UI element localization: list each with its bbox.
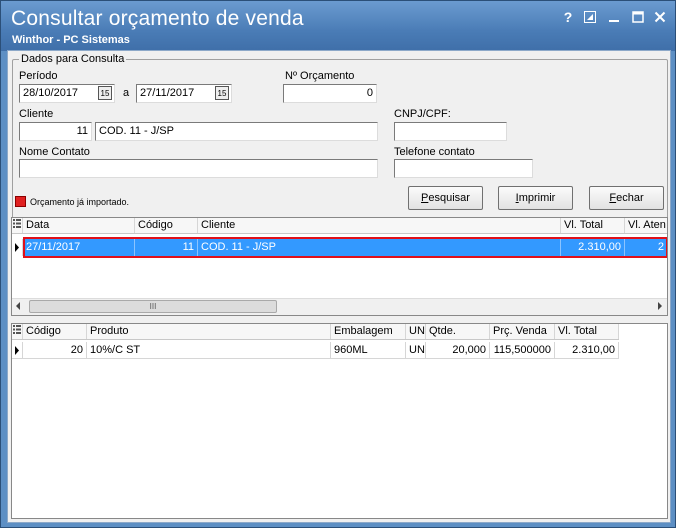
column-un[interactable]: UN	[406, 324, 426, 339]
imprimir-button[interactable]: Imprimir	[498, 186, 573, 210]
horizontal-scrollbar[interactable]: III	[12, 298, 667, 315]
orcamento-input[interactable]: 0	[283, 84, 377, 103]
window-client-area: Dados para Consulta Período 28/10/2017 1…	[7, 50, 671, 523]
column-produto[interactable]: Produto	[87, 324, 331, 339]
nome-contato-input[interactable]	[19, 159, 378, 178]
column-codigo[interactable]: Código	[135, 218, 198, 233]
scroll-right-icon[interactable]	[658, 302, 662, 310]
cell-produto: 10%/C ST	[87, 342, 331, 359]
cell-codigo: 20	[23, 342, 87, 359]
close-icon[interactable]	[651, 9, 669, 25]
telefone-label: Telefone contato	[394, 146, 475, 158]
row-indicator-icon	[12, 342, 23, 359]
cell-qtde: 20,000	[426, 342, 490, 359]
help-button[interactable]: ?	[559, 9, 577, 25]
calendar-icon[interactable]: 15	[215, 86, 229, 100]
orcamento-label: Nº Orçamento	[285, 70, 355, 82]
date-from-value: 28/10/2017	[23, 87, 79, 99]
cell-embalagem: 960ML	[331, 342, 406, 359]
window-title: Consultar orçamento de venda	[11, 7, 304, 30]
column-prc-venda[interactable]: Prç. Venda	[490, 324, 555, 339]
edit-icon[interactable]	[581, 9, 599, 25]
table-row[interactable]: 20 10%/C ST 960ML UN 20,000 115,500000 2…	[12, 342, 619, 359]
cliente-label: Cliente	[19, 108, 54, 120]
group-title: Dados para Consulta	[19, 53, 127, 65]
date-from-field[interactable]: 28/10/2017 15	[19, 84, 115, 103]
consultar-orcamento-window: Consultar orçamento de venda Winthor - P…	[0, 0, 676, 528]
orcamentos-grid-header: Data Código Cliente Vl. Total Vl. Aten	[12, 218, 667, 234]
cell-prc-venda: 115,500000	[490, 342, 555, 359]
scroll-left-icon[interactable]	[16, 302, 20, 310]
fechar-button[interactable]: Fechar	[589, 186, 664, 210]
scroll-thumb[interactable]: III	[29, 300, 277, 313]
cnpj-input[interactable]	[394, 122, 507, 141]
telefone-input[interactable]	[394, 159, 533, 178]
column-embalagem[interactable]: Embalagem	[331, 324, 406, 339]
date-separator: a	[123, 87, 130, 99]
itens-grid[interactable]: Código Produto Embalagem UN Qtde. Prç. V…	[11, 323, 668, 519]
window-subtitle: Winthor - PC Sistemas	[12, 34, 130, 46]
importado-legend-swatch	[15, 196, 26, 207]
column-chooser-icon[interactable]	[12, 218, 23, 233]
itens-grid-header: Código Produto Embalagem UN Qtde. Prç. V…	[12, 324, 619, 340]
periodo-label: Período	[19, 70, 58, 82]
column-codigo[interactable]: Código	[23, 324, 87, 339]
title-bar[interactable]: Consultar orçamento de venda Winthor - P…	[1, 1, 675, 51]
cnpj-label: CNPJ/CPF:	[394, 108, 451, 120]
date-to-value: 27/11/2017	[140, 87, 195, 99]
column-vl-aten[interactable]: Vl. Aten	[625, 218, 667, 233]
pesquisar-button[interactable]: Pesquisar	[408, 186, 483, 210]
cell-codigo: 11	[135, 239, 198, 256]
maximize-icon[interactable]	[629, 9, 647, 25]
cell-data: 27/11/2017	[23, 239, 135, 256]
row-indicator-icon	[12, 239, 23, 256]
cell-vl-total: 2.310,00	[555, 342, 619, 359]
column-data[interactable]: Data	[23, 218, 135, 233]
column-qtde[interactable]: Qtde.	[426, 324, 490, 339]
cliente-code-input[interactable]: 11	[19, 122, 92, 141]
minimize-icon[interactable]	[605, 9, 623, 25]
cell-un: UN	[406, 342, 426, 359]
cell-vl-total: 2.310,00	[561, 239, 625, 256]
date-to-field[interactable]: 27/11/2017 15	[136, 84, 232, 103]
cell-cliente: COD. 11 - J/SP	[198, 239, 561, 256]
cliente-name-field[interactable]: COD. 11 - J/SP	[95, 122, 378, 141]
column-vl-total[interactable]: Vl. Total	[555, 324, 619, 339]
cell-vl-aten: 2	[657, 241, 664, 253]
column-cliente[interactable]: Cliente	[198, 218, 561, 233]
calendar-icon[interactable]: 15	[98, 86, 112, 100]
importado-legend-text: Orçamento já importado.	[30, 197, 130, 207]
orcamentos-grid[interactable]: Data Código Cliente Vl. Total Vl. Aten 2…	[11, 217, 668, 316]
nome-contato-label: Nome Contato	[19, 146, 90, 158]
column-chooser-icon[interactable]	[12, 324, 23, 339]
table-row[interactable]: 27/11/2017 11 COD. 11 - J/SP 2.310,00 2	[12, 239, 667, 256]
column-vl-total[interactable]: Vl. Total	[561, 218, 625, 233]
